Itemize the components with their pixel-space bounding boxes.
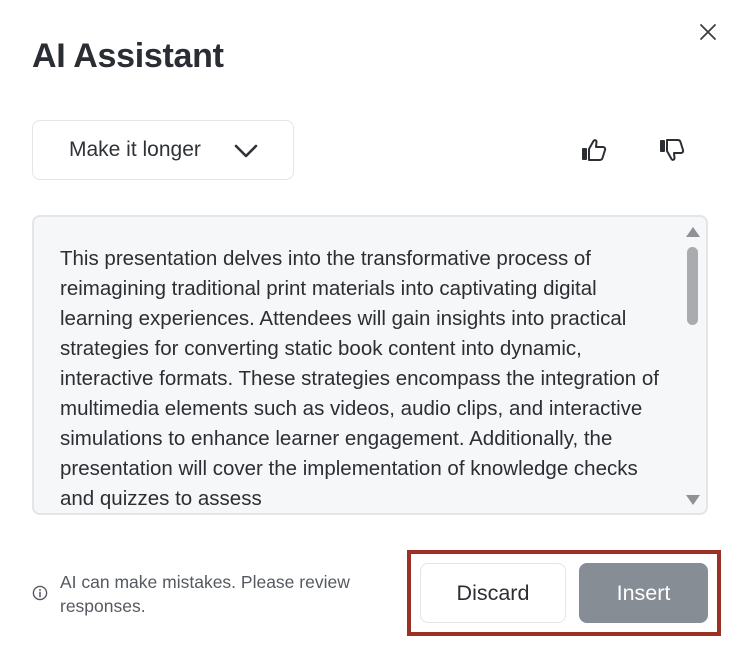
generated-text-area[interactable]: This presentation delves into the transf… [32, 215, 708, 515]
action-dropdown[interactable]: Make it longer [32, 120, 294, 180]
scroll-up-arrow-icon[interactable] [686, 227, 700, 237]
discard-button[interactable]: Discard [420, 563, 566, 623]
generated-text: This presentation delves into the transf… [60, 247, 659, 510]
vertical-scrollbar[interactable] [680, 217, 706, 513]
thumbs-up-icon [582, 139, 607, 161]
thumbs-down-icon [660, 139, 685, 161]
chevron-down-icon [234, 144, 258, 158]
close-button[interactable] [694, 18, 722, 46]
dislike-button[interactable] [654, 132, 690, 168]
ai-assistant-dialog: AI Assistant Make it longer This present… [0, 0, 742, 656]
like-button[interactable] [576, 132, 612, 168]
dialog-title: AI Assistant [32, 37, 224, 75]
close-icon [700, 24, 716, 40]
disclaimer-note: AI can make mistakes. Please review resp… [60, 572, 350, 616]
insert-button[interactable]: Insert [579, 563, 708, 623]
info-icon [32, 585, 48, 601]
scroll-down-arrow-icon[interactable] [686, 495, 700, 505]
scrollbar-thumb[interactable] [687, 247, 698, 325]
dropdown-selected-label: Make it longer [69, 138, 201, 161]
